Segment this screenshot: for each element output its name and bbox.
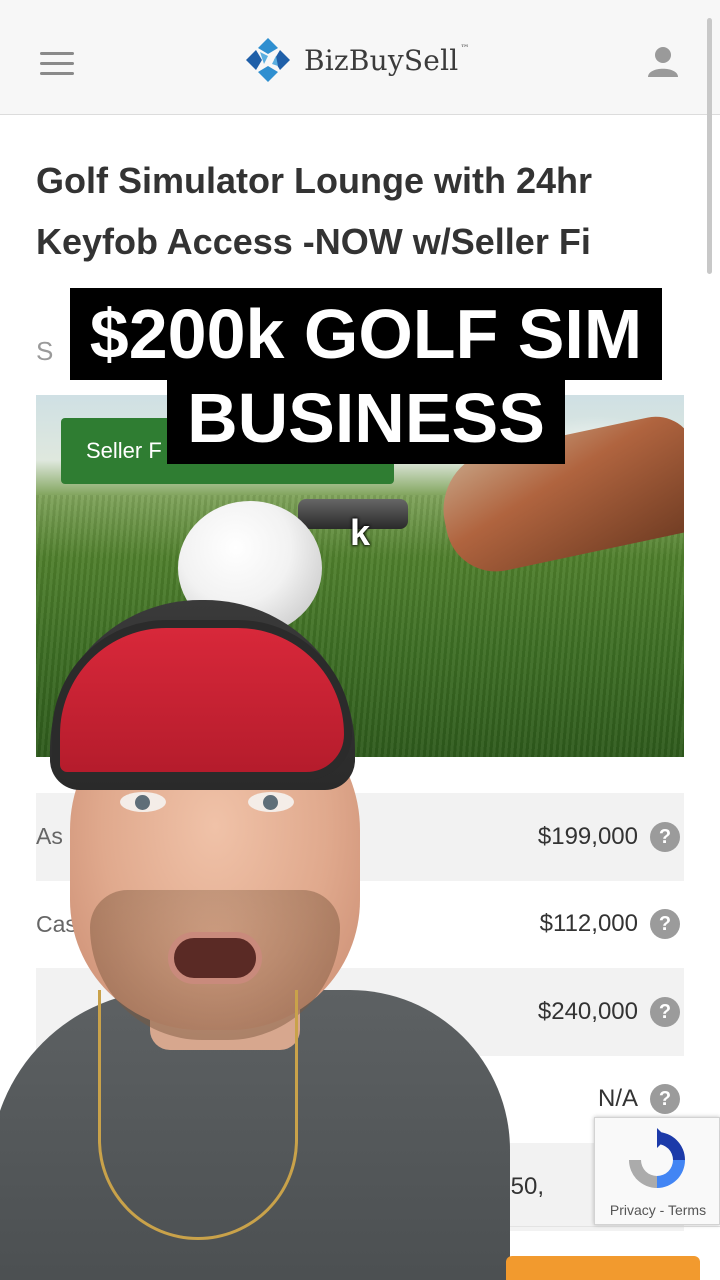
listing-title: Golf Simulator Lounge with 24hr Keyfob A… [36, 160, 593, 262]
video-caption: $200k GOLF SIM BUSINESS [50, 288, 682, 464]
hamburger-menu-icon[interactable] [40, 52, 74, 76]
financial-row-value: $199,000 [537, 822, 638, 850]
recaptcha-links: Privacy - Terms [595, 1202, 720, 1218]
subtitle-caption: k [350, 512, 371, 553]
presenter-eye [248, 792, 294, 812]
page-scrollbar[interactable] [707, 18, 712, 274]
presenter-cap-visor [52, 620, 352, 780]
financial-row-value: N/A [597, 1085, 638, 1113]
recaptcha-icon [629, 1128, 685, 1188]
financial-row-value: $112,000 [539, 910, 638, 938]
link-separator: - [655, 1202, 668, 1218]
contact-seller-button[interactable] [506, 1256, 700, 1280]
question-mark-icon[interactable]: ? [650, 821, 680, 852]
financial-row-value: $240,000 [537, 997, 638, 1025]
presenter-necklace [98, 990, 298, 1240]
brand-name: BizBuySell ™ [304, 43, 470, 77]
question-mark-icon[interactable]: ? [650, 996, 680, 1027]
recaptcha-badge[interactable]: Privacy - Terms [594, 1117, 720, 1225]
terms-link[interactable]: Terms [668, 1202, 706, 1218]
user-account-icon[interactable] [646, 44, 680, 78]
caption-line-2: BUSINESS [167, 372, 565, 464]
presenter-eye [120, 792, 166, 812]
bizbuysell-logo-icon [246, 38, 290, 82]
presenter-mouth [168, 932, 262, 984]
privacy-link[interactable]: Privacy [610, 1202, 656, 1218]
brand-logo[interactable]: BizBuySell ™ [244, 36, 470, 84]
site-header: BizBuySell ™ [0, 0, 720, 115]
question-mark-icon[interactable]: ? [650, 1084, 680, 1115]
presenter-video-overlay [0, 600, 510, 1280]
question-mark-icon[interactable]: ? [650, 909, 680, 940]
caption-line-1: $200k GOLF SIM [69, 288, 663, 380]
